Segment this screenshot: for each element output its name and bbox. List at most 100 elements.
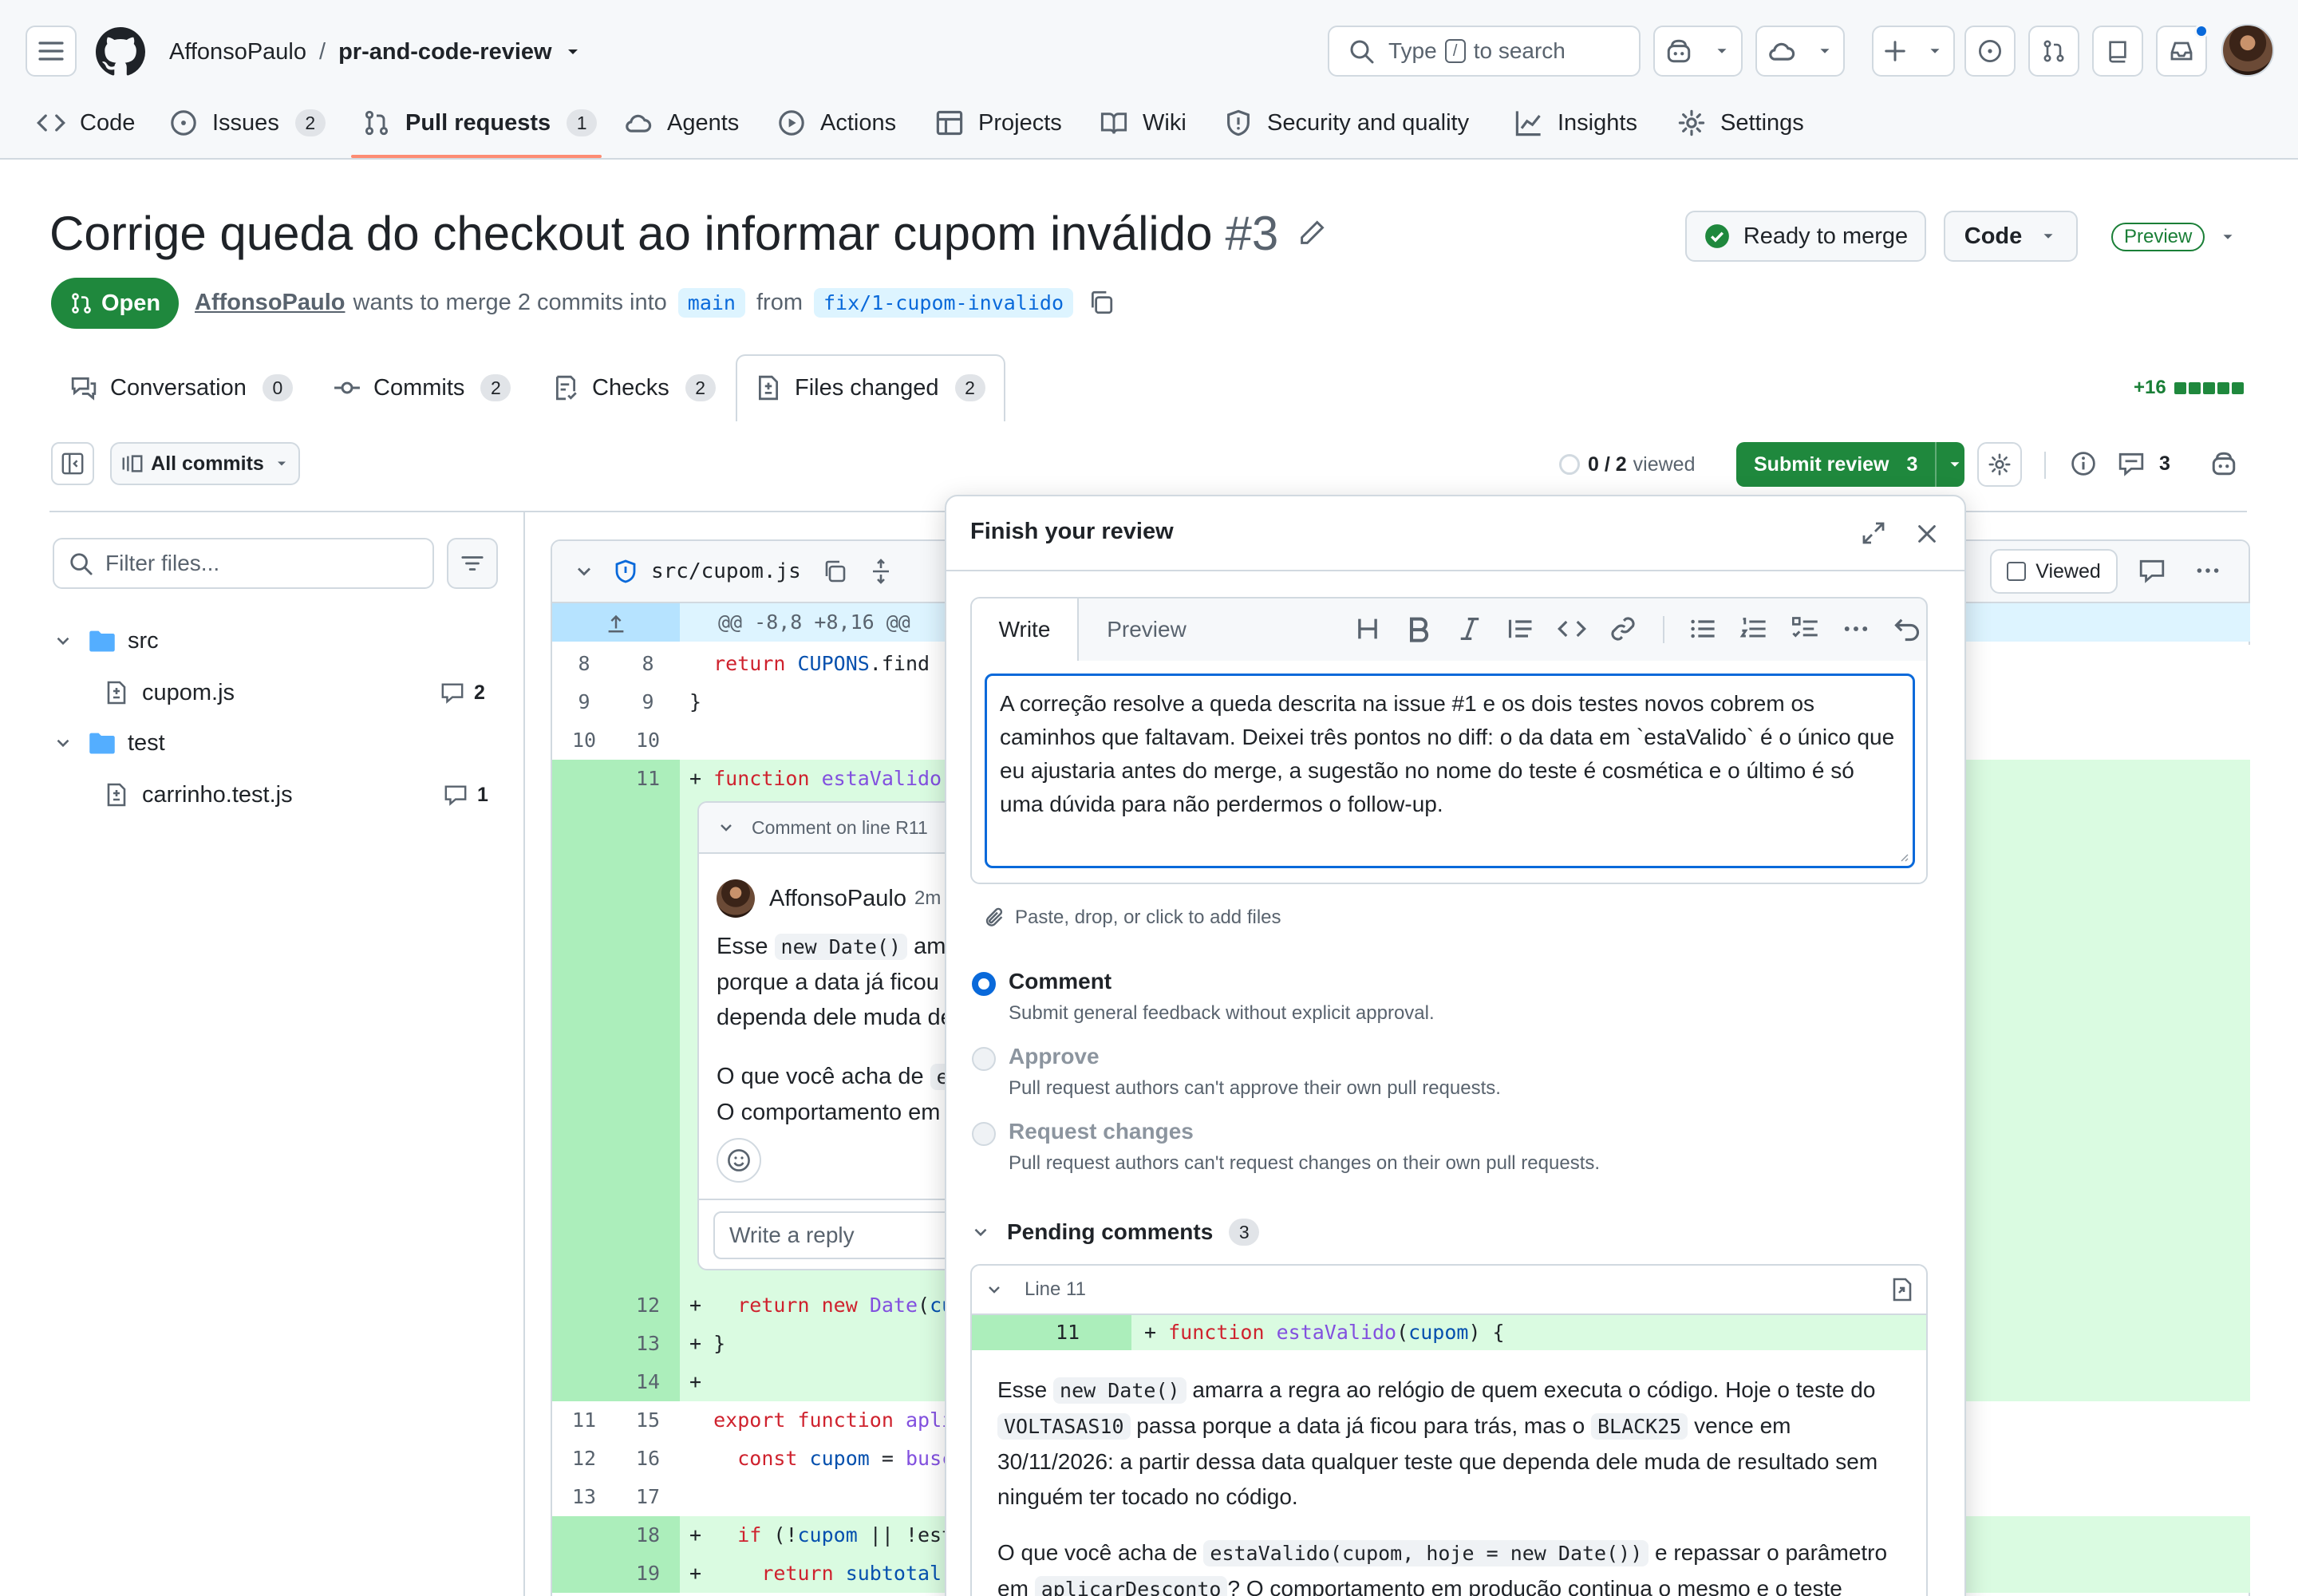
pending-line-number: 11 [972,1315,1131,1350]
preview-toggle[interactable]: Preview [2111,222,2237,252]
kebab-icon[interactable] [2194,557,2221,584]
issues-button[interactable] [1964,26,2016,77]
avatar[interactable] [2221,24,2274,77]
bold-icon[interactable] [1404,614,1433,643]
submit-review-button[interactable]: Submit review 3 [1736,442,1964,487]
expand-icon[interactable] [868,559,894,584]
maximize-icon[interactable] [1861,520,1886,546]
chevron-down-icon [57,739,69,748]
add-reaction-button[interactable] [717,1138,761,1183]
tab-wiki[interactable]: Wiki [1100,105,1187,140]
codespaces-button[interactable] [1755,26,1845,77]
quote-icon[interactable] [1506,614,1535,643]
github-logo-icon[interactable] [96,27,145,77]
chevron-down-icon[interactable] [717,818,736,837]
tab-preview[interactable]: Preview [1079,598,1214,661]
repo-owner-link[interactable]: AffonsoPaulo [169,39,306,65]
ready-to-merge-button[interactable]: Ready to merge [1685,211,1926,262]
info-icon[interactable] [2070,450,2097,477]
tab-projects[interactable]: Projects [935,105,1062,140]
tab-checks[interactable]: Checks 2 [552,356,716,420]
tab-label: Conversation [110,374,247,401]
search-input[interactable]: Type / to search [1328,26,1641,77]
chevron-down-icon[interactable] [985,1280,1004,1299]
ordered-list-icon[interactable] [1739,614,1768,643]
filter-files-input[interactable]: Filter files... [53,538,434,589]
pull-requests-button[interactable] [2028,26,2079,77]
repo-name-link[interactable]: pr-and-code-review [338,39,552,65]
tab-commits[interactable]: Commits 2 [334,356,511,420]
viewed-label: Viewed [2035,559,2101,583]
base-branch[interactable]: main [677,287,745,318]
tab-pull-requests[interactable]: Pull requests 1 [362,105,598,140]
tab-settings[interactable]: Settings [1677,105,1804,140]
chevron-down-icon[interactable] [573,560,595,583]
close-icon[interactable] [1915,522,1939,546]
italic-icon[interactable] [1455,614,1484,643]
comment-icon[interactable] [2138,557,2166,584]
review-body-textarea[interactable]: A correção resolve a queda descrita na i… [985,674,1915,868]
filter-options-button[interactable] [447,538,498,589]
pending-comments-toggle[interactable]: Pending comments 3 [970,1215,1260,1250]
unordered-list-icon[interactable] [1688,614,1717,643]
thread-header: Comment on line R11 [752,816,928,838]
copilot-button[interactable] [1653,26,1743,77]
attach-hint: Paste, drop, or click to add files [1015,907,1281,928]
tab-write[interactable]: Write [972,598,1079,661]
file-diff-icon [107,681,126,705]
expand-up-button[interactable] [552,603,680,642]
copy-icon[interactable] [822,559,847,584]
shield-icon [615,559,636,583]
tab-agents[interactable]: Agents [624,105,739,140]
code-icon[interactable] [1558,614,1586,643]
option-desc: Submit general feedback without explicit… [1009,1002,1435,1024]
tree-folder-src[interactable]: src [53,622,159,659]
old-line-number [552,1325,616,1363]
resize-handle-icon[interactable] [1897,850,1909,863]
tab-conversation[interactable]: Conversation 0 [70,356,293,420]
heading-icon[interactable] [1353,614,1382,643]
code-button[interactable]: Code [1944,211,2078,262]
head-branch[interactable]: fix/1-cupom-invalido [813,287,1074,318]
radio-comment[interactable] [972,972,996,996]
tree-item-label: src [128,627,159,654]
tab-issues[interactable]: Issues 2 [169,105,326,140]
tree-file-cupom[interactable]: cupom.js [104,674,235,712]
tasklist-icon[interactable] [1791,614,1819,643]
diff-settings-button[interactable] [1977,442,2022,487]
old-line-number: 11 [552,1401,616,1440]
tree-folder-test[interactable]: test [53,725,165,761]
menu-button[interactable] [26,26,77,77]
viewed-checkbox-button[interactable]: Viewed [1990,549,2118,594]
tab-code[interactable]: Code [37,105,135,140]
inbox-button[interactable] [2156,24,2209,77]
copilot-icon[interactable] [2210,450,2237,477]
pr-author-link[interactable]: AffonsoPaulo [195,290,345,316]
caret-down-icon[interactable] [563,42,582,61]
comment-text: amarra a regra ao relógio de quem execut… [1192,1377,1876,1402]
toggle-file-tree-button[interactable] [51,442,94,485]
sidebar-collapse-icon [61,452,84,475]
more-icon[interactable] [1842,614,1870,643]
tab-security[interactable]: Security and quality [1224,105,1469,140]
hamburger-icon [38,41,64,61]
comment-author[interactable]: AffonsoPaulo [769,886,906,912]
pencil-icon[interactable] [1297,219,1326,247]
create-new-button[interactable] [1872,26,1955,77]
repositories-button[interactable] [2092,26,2143,77]
tree-file-carrinho[interactable]: carrinho.test.js [104,776,293,814]
old-line-number: 9 [552,683,616,721]
tab-actions[interactable]: Actions [777,105,896,140]
comment-icon [441,683,464,704]
comments-button[interactable]: 3 [2118,450,2170,477]
attach-files-button[interactable]: Paste, drop, or click to add files [983,903,1281,932]
commits-select[interactable]: All commits [110,442,300,485]
link-icon[interactable] [1609,614,1637,643]
tab-insights[interactable]: Insights [1514,105,1637,140]
copy-icon[interactable] [1088,289,1115,316]
undo-icon[interactable] [1893,614,1921,643]
tab-files-changed[interactable]: Files changed 2 [755,356,985,420]
go-to-file-icon[interactable] [1889,1277,1915,1302]
diff-file-path[interactable]: src/cupom.js [651,559,801,583]
checklist-icon [555,375,577,401]
